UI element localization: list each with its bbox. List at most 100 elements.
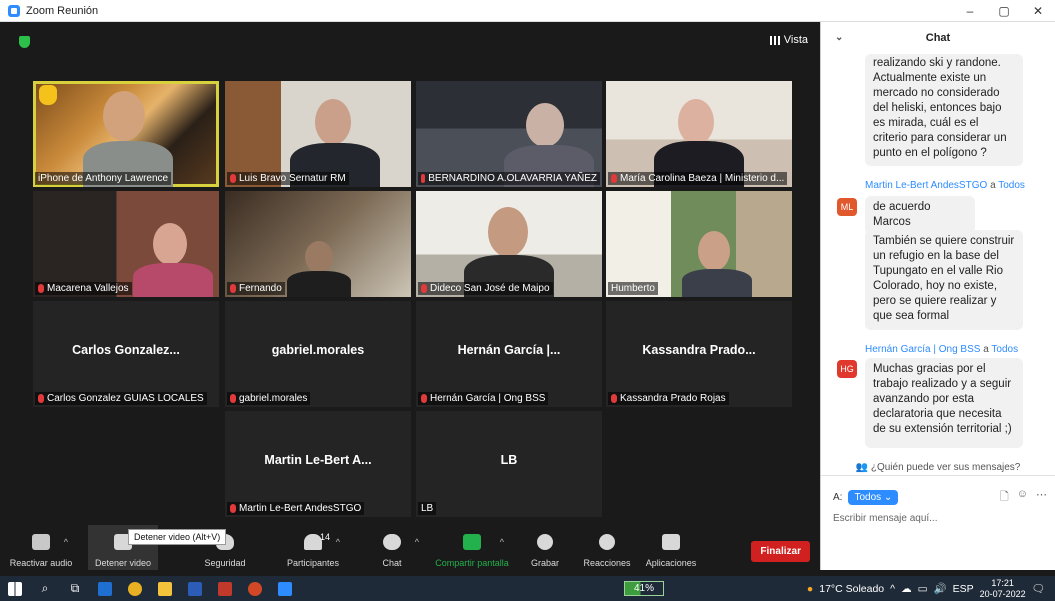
participant-name-label: gabriel.morales [227, 392, 311, 405]
windows-taskbar: ⌕ ⧉ 41% ● 17°C Soleado ^ ☁ ▭ 🔊 ESP 17:21… [0, 576, 1055, 601]
video-tile[interactable]: Hernán García |... Hernán García | Ong B… [416, 301, 602, 407]
chrome-icon[interactable] [120, 576, 150, 601]
video-tile[interactable]: Kassandra Prado... Kassandra Prado Rojas [606, 301, 792, 407]
muted-mic-icon [421, 174, 426, 183]
end-meeting-button[interactable]: Finalizar [751, 541, 810, 562]
more-icon[interactable]: ⋯ [1036, 488, 1047, 507]
chevron-down-icon[interactable]: ⌄ [835, 32, 843, 43]
meeting-area: Vista iPhone de Anthony Lawrence Luis Br… [0, 22, 820, 570]
emoji-icon[interactable]: ☺ [1017, 488, 1028, 507]
participants-options-caret[interactable]: ^ [336, 537, 340, 547]
video-tile[interactable]: Martin Le-Bert A... Martin Le-Bert Andes… [225, 411, 411, 517]
muted-mic-icon [230, 174, 236, 183]
video-tile[interactable]: Carlos Gonzalez... Carlos Gonzalez GUIAS… [33, 301, 219, 407]
search-icon[interactable]: ⌕ [30, 576, 60, 601]
participants-count: 14 [320, 532, 331, 542]
notifications-icon[interactable]: 🗨 [1032, 582, 1045, 595]
video-tile[interactable]: María Carolina Baeza | Ministerio d... [606, 81, 792, 187]
close-button[interactable]: ✕ [1021, 0, 1055, 22]
video-tile[interactable]: gabriel.morales gabriel.morales [225, 301, 411, 407]
muted-mic-icon [230, 504, 236, 513]
participant-name-label: María Carolina Baeza | Ministerio d... [608, 172, 788, 185]
file-explorer-icon[interactable] [150, 576, 180, 601]
video-tile[interactable]: BERNARDINO A.OLAVARRIA YAÑEZ [416, 81, 602, 187]
share-options-caret[interactable]: ^ [500, 537, 504, 547]
language-indicator[interactable]: ESP [953, 583, 974, 595]
battery-indicator[interactable]: 41% [624, 581, 664, 596]
muted-microphone-icon [32, 534, 50, 550]
apps-button[interactable]: Aplicaciones [636, 525, 706, 570]
video-tile[interactable]: iPhone de Anthony Lawrence [33, 81, 219, 187]
raised-hand-icon [39, 85, 57, 105]
participant-display-name: LB [500, 453, 518, 467]
grid-view-icon [769, 35, 780, 45]
word-icon[interactable] [180, 576, 210, 601]
video-tile[interactable]: Humberto [606, 191, 792, 297]
participant-display-name: Carlos Gonzalez... [72, 343, 180, 357]
video-tile[interactable]: LB LB [416, 411, 602, 517]
unmute-audio-button[interactable]: ^ Reactivar audio [6, 525, 76, 570]
record-button[interactable]: Grabar [510, 525, 580, 570]
participants-button[interactable]: 14 ^ Participantes [278, 525, 348, 570]
encryption-shield-icon[interactable] [19, 36, 30, 48]
participant-name-label: iPhone de Anthony Lawrence [35, 172, 172, 185]
audio-options-caret[interactable]: ^ [64, 537, 68, 547]
chat-message: realizando ski y randone. Actualmente ex… [865, 54, 1023, 166]
chat-message-input[interactable]: Escribir mensaje aquí... [833, 513, 938, 524]
video-tile[interactable]: Luis Bravo Sernatur RM [225, 81, 411, 187]
who-can-see-link[interactable]: 👥 ¿Quién puede ver sus mensajes? [821, 462, 1055, 473]
participant-display-name: Hernán García |... [457, 343, 561, 357]
muted-mic-icon [230, 394, 236, 403]
video-tile[interactable]: Macarena Vallejos [33, 191, 219, 297]
muted-mic-icon [230, 284, 236, 293]
view-button[interactable]: Vista [769, 34, 808, 46]
task-view-icon[interactable]: ⧉ [60, 576, 90, 601]
volume-icon[interactable]: 🔊 [934, 582, 947, 595]
participant-name-label: Dideco San José de Maipo [418, 282, 553, 295]
avatar: ML [837, 198, 857, 216]
participant-display-name: Martin Le-Bert A... [264, 453, 372, 467]
stop-video-tooltip: Detener video (Alt+V) [128, 529, 227, 545]
divider [821, 475, 1055, 476]
participant-name-label: Luis Bravo Sernatur RM [227, 172, 349, 185]
participant-name-label: Fernando [227, 282, 285, 295]
share-screen-button[interactable]: ^ Compartir pantalla [432, 525, 512, 570]
tray-chevron-icon[interactable]: ^ [890, 583, 895, 595]
windows-start-icon[interactable] [0, 576, 30, 601]
video-tile[interactable]: Dideco San José de Maipo [416, 191, 602, 297]
participant-name-label: Martin Le-Bert AndesSTGO [227, 502, 365, 515]
weather-label[interactable]: 17°C Soleado [819, 583, 884, 595]
minimize-button[interactable]: – [953, 0, 987, 22]
muted-mic-icon [421, 394, 427, 403]
participant-name-label: Humberto [608, 282, 658, 295]
video-tile[interactable]: Fernando [225, 191, 411, 297]
muted-mic-icon [421, 284, 427, 293]
chat-message: También se quiere construir un refugio e… [865, 230, 1023, 330]
participant-display-name: Kassandra Prado... [642, 343, 756, 357]
people-icon: 👥 [855, 462, 869, 473]
participant-name-label: Carlos Gonzalez GUIAS LOCALES [35, 392, 207, 405]
chat-message: Muchas gracias por el trabajo realizado … [865, 358, 1023, 448]
powerpoint-icon[interactable] [240, 576, 270, 601]
recipient-dropdown[interactable]: Todos ⌄ [848, 489, 899, 505]
app-icon[interactable] [210, 576, 240, 601]
onedrive-icon[interactable]: ☁ [901, 583, 912, 595]
clock[interactable]: 17:21 20-07-2022 [980, 578, 1026, 600]
chat-button[interactable]: ^ Chat [357, 525, 427, 570]
zoom-app-icon [8, 4, 20, 17]
chat-message-list[interactable]: realizando ski y randone. Actualmente ex… [821, 54, 1055, 461]
avatar: HG [837, 360, 857, 378]
chat-bubble-icon [383, 534, 401, 550]
maximize-button[interactable]: ▢ [987, 0, 1021, 22]
chat-options-caret[interactable]: ^ [415, 537, 419, 547]
reactions-button[interactable]: Reacciones [572, 525, 642, 570]
file-icon[interactable]: 🗋 [1000, 488, 1009, 507]
system-tray: ● 17°C Soleado ^ ☁ ▭ 🔊 ESP 17:21 20-07-2… [807, 576, 1055, 601]
record-icon [537, 534, 553, 550]
network-icon[interactable]: ▭ [918, 583, 928, 595]
outlook-icon[interactable] [90, 576, 120, 601]
window-titlebar: Zoom Reunión – ▢ ✕ [0, 0, 1055, 22]
muted-mic-icon [38, 394, 44, 403]
muted-mic-icon [38, 284, 44, 293]
zoom-taskbar-icon[interactable] [270, 576, 300, 601]
